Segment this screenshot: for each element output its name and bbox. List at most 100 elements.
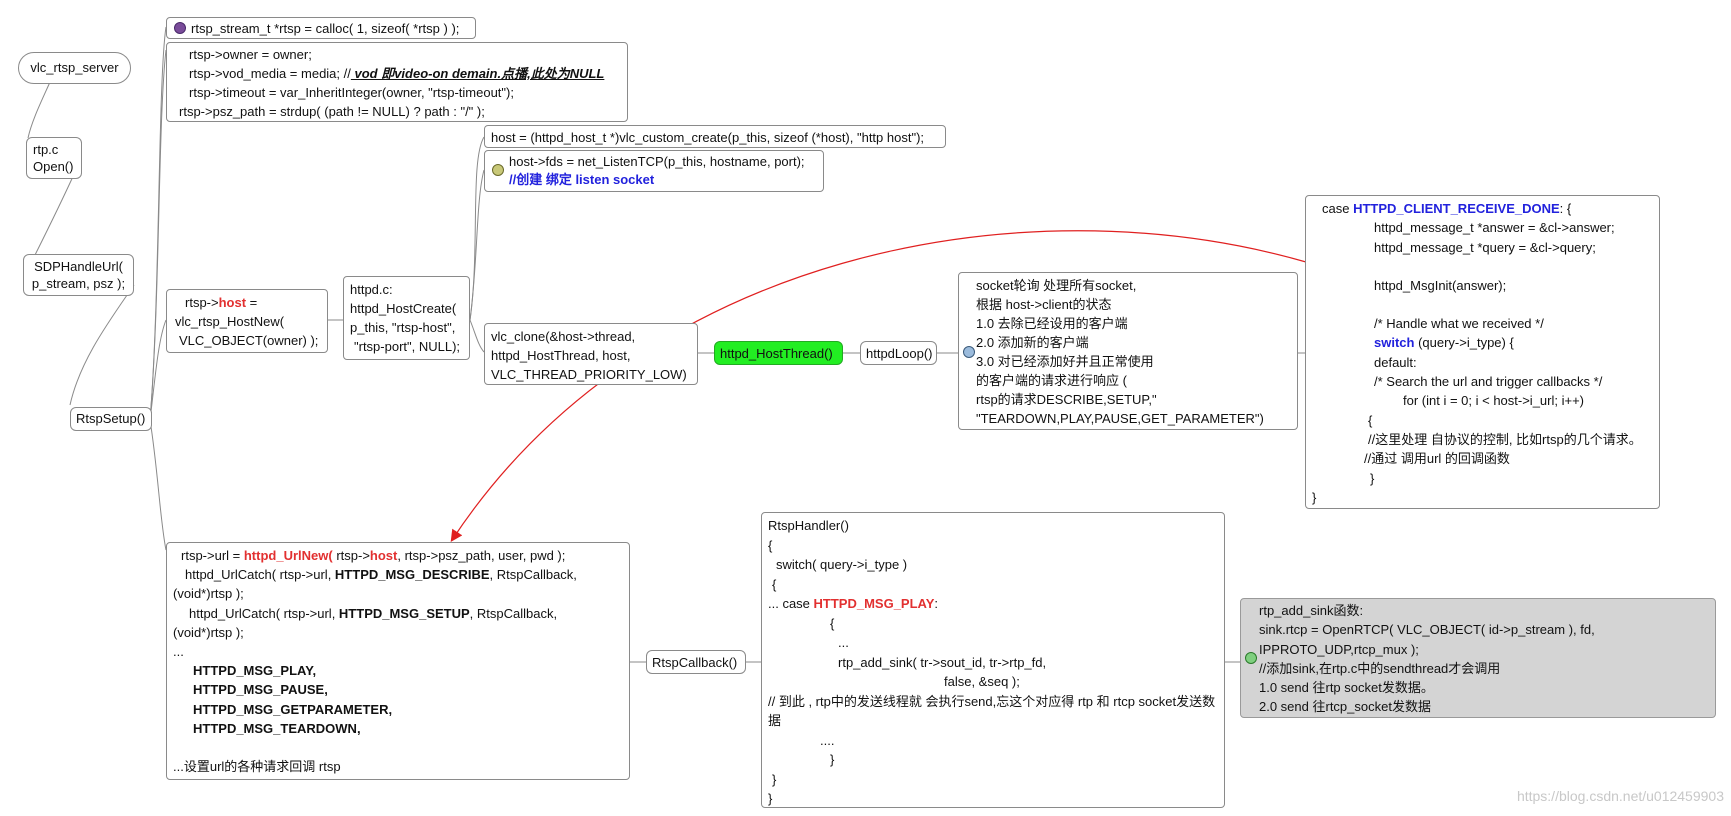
poll-line-5: 3.0 对已经添加好并且正常使用: [976, 354, 1154, 369]
handler-line-3: switch( query->i_type ): [776, 557, 908, 572]
url-line-4: httpd_UrlCatch( rtsp->url, HTTPD_MSG_SET…: [173, 604, 623, 623]
plus-circle-icon: [1245, 652, 1257, 664]
poll-line-1: socket轮询 处理所有socket,: [976, 278, 1137, 293]
handler-play-keyword: HTTPD_MSG_PLAY: [813, 596, 935, 611]
socket-poll-box: socket轮询 处理所有socket, 根据 host->client的状态 …: [958, 272, 1298, 430]
sink-line-4: //添加sink,在rtp.c中的sendthread才会调用: [1259, 660, 1501, 676]
sink-line-1: rtp_add_sink函数:: [1259, 603, 1364, 618]
rtsp-callback-label: RtspCallback(): [652, 655, 738, 670]
handler-colon: :: [934, 596, 939, 611]
handler-line-8: rtp_add_sink( tr->sout_id, tr->rtp_fd,: [838, 654, 1047, 670]
priority-circle-icon: [174, 22, 186, 34]
receive-line-7: default:: [1374, 354, 1417, 370]
rtsp-setup-label: RtspSetup(): [76, 411, 146, 426]
url-line-9: HTTPD_MSG_GETPARAMETER,: [193, 701, 393, 717]
url-line-7: HTTPD_MSG_PLAY,: [193, 663, 317, 679]
listen-tcp-box: host->fds = net_ListenTCP(p_this, hostna…: [484, 150, 824, 192]
link-open-sdp: [34, 169, 77, 256]
rtp-c-open-node[interactable]: rtp.c Open(): [26, 137, 82, 179]
host-create-box: httpd.c: httpd_HostCreate( p_this, "rtsp…: [343, 276, 470, 360]
receive-line-8: /* Search the url and trigger callbacks …: [1374, 374, 1603, 390]
receive-line-4: httpd_MsgInit(answer);: [1374, 277, 1507, 293]
owner-line-2: rtsp->vod_media = media; // vod 即video-o…: [179, 64, 617, 83]
watermark: https://blog.csdn.net/u012459903: [1516, 788, 1724, 804]
calloc-line: rtsp_stream_t *rtsp = calloc( 1, sizeof(…: [191, 21, 460, 36]
host-thread-node[interactable]: httpd_HostThread(): [714, 341, 843, 365]
receive-done-keyword: HTTPD_CLIENT_RECEIVE_DONE: [1353, 201, 1560, 216]
owner-line-1: rtsp->owner = owner;: [189, 47, 312, 62]
link-server-rtp: [27, 81, 51, 139]
handler-line-9: false, &seq );: [944, 674, 1020, 689]
handler-line-14: }: [768, 791, 773, 806]
sdp-handle-url-node[interactable]: SDPHandleUrl( p_stream, psz );: [23, 254, 134, 296]
catch-describe-call: httpd_UrlCatch( rtsp->url,: [185, 567, 335, 583]
receive-line-14: }: [1312, 489, 1317, 505]
host-thread-label: httpd_HostThread(): [720, 346, 833, 361]
listen-line-1: host->fds = net_ListenTCP(p_this, hostna…: [509, 154, 805, 169]
url-line-10: HTTPD_MSG_TEARDOWN,: [193, 720, 361, 736]
handler-line-6: {: [830, 615, 835, 631]
link-setup-owner: [149, 49, 167, 421]
link-sdp-setup: [69, 284, 135, 406]
receive-blank-1: [1312, 257, 1653, 276]
open-label: Open(): [33, 159, 74, 174]
sdp-handle-url-args: p_stream, psz );: [31, 276, 126, 291]
step-two-circle-icon: [492, 164, 504, 176]
url-line-3: (void*)rtsp );: [173, 586, 244, 602]
owner-line-2-code: rtsp->vod_media = media; //: [189, 66, 351, 81]
host-create-line-3: p_this, "rtsp-host",: [350, 320, 456, 335]
host-new-line-2: vlc_rtsp_HostNew(: [175, 314, 285, 329]
host-create-line-4: "rtsp-port", NULL);: [354, 339, 461, 354]
link-setup-hostnew: [149, 319, 167, 421]
host-new-assign: =: [246, 295, 258, 310]
url-host-keyword: host: [369, 548, 398, 563]
host-new-line-1: rtsp->host =: [175, 293, 321, 312]
host-new-line-3: VLC_OBJECT(owner) );: [179, 333, 319, 348]
switch-expr: (query->i_type) {: [1414, 335, 1514, 351]
msg-describe: HTTPD_MSG_DESCRIBE: [334, 567, 490, 583]
host-keyword: host: [218, 295, 247, 310]
vlc-rtsp-server-label: vlc_rtsp_server: [30, 60, 119, 75]
poll-line-3: 1.0 去除已经设用的客户端: [976, 316, 1128, 331]
receive-blank-2: [1312, 295, 1653, 314]
url-line-8: HTTPD_MSG_PAUSE,: [193, 682, 328, 698]
clone-line-2: httpd_HostThread, host,: [491, 348, 631, 363]
rtsp-handler-box: RtspHandler() { switch( query->i_type ) …: [761, 512, 1225, 808]
url-arg-rtsp: rtsp->: [332, 548, 370, 563]
url-line-2: httpd_UrlCatch( rtsp->url, HTTPD_MSG_DES…: [173, 565, 623, 584]
receive-brace: : {: [1559, 201, 1572, 216]
vlc-clone-box: vlc_clone(&host->thread, httpd_HostThrea…: [484, 323, 698, 385]
catch-setup-cb: , RtspCallback,: [469, 605, 558, 621]
catch-describe-cb: , RtspCallback,: [489, 567, 577, 583]
httpd-loop-node[interactable]: httpdLoop(): [860, 341, 937, 365]
url-new-keyword: httpd_UrlNew(: [243, 548, 333, 563]
handler-line-11: ....: [820, 732, 835, 748]
host-alloc-box: host = (httpd_host_t *)vlc_custom_create…: [484, 125, 946, 148]
link-create-listen: [469, 169, 485, 321]
vlc-rtsp-server-node[interactable]: vlc_rtsp_server: [18, 52, 131, 84]
poll-line-2: 根据 host->client的状态: [976, 297, 1112, 312]
receive-line-1: case HTTPD_CLIENT_RECEIVE_DONE: {: [1312, 199, 1653, 218]
url-line-11: ...设置url的各种请求回调 rtsp: [173, 759, 341, 775]
receive-line-2: httpd_message_t *answer = &cl->answer;: [1374, 220, 1615, 236]
receive-line-9: for (int i = 0; i < host->i_url; i++): [1403, 393, 1584, 409]
rtsp-setup-node[interactable]: RtspSetup(): [70, 407, 152, 431]
owner-line-3: rtsp->timeout = var_InheritInteger(owner…: [189, 85, 514, 100]
owner-line-4: rtsp->psz_path = strdup( (path != NULL) …: [179, 104, 485, 119]
rtsp-callback-node[interactable]: RtspCallback(): [646, 650, 746, 674]
handler-line-5: ... case HTTPD_MSG_PLAY:: [768, 594, 1218, 614]
clone-line-1: vlc_clone(&host->thread,: [491, 329, 636, 344]
link-create-clone: [469, 319, 485, 353]
listen-line-2: //创建 绑定 listen socket: [509, 172, 655, 187]
url-blank: [173, 738, 623, 757]
switch-keyword: switch: [1374, 335, 1415, 351]
host-create-line-1: httpd.c:: [350, 282, 393, 297]
poll-line-4: 2.0 添加新的客户端: [976, 335, 1089, 350]
url-args-rest: , rtsp->psz_path, user, pwd );: [397, 548, 566, 563]
host-create-line-2: httpd_HostCreate(: [350, 301, 457, 316]
url-new-box: rtsp->url = httpd_UrlNew( rtsp->host, rt…: [166, 542, 630, 780]
receive-done-box: case HTTPD_CLIENT_RECEIVE_DONE: { httpd_…: [1305, 195, 1660, 509]
receive-line-6: switch (query->i_type) {: [1312, 333, 1653, 352]
handler-line-4: {: [772, 576, 777, 592]
clone-line-3: VLC_THREAD_PRIORITY_LOW): [491, 367, 687, 382]
